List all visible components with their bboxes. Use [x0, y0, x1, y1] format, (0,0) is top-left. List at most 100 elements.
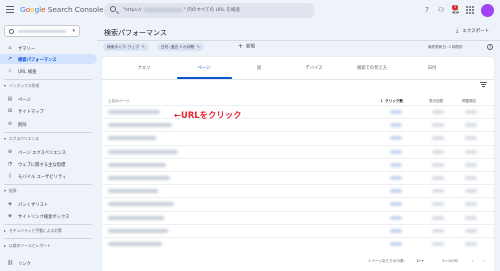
filter-chip-search-type[interactable]: 検索タイプ: ウェブ ✎	[103, 43, 150, 51]
table-row[interactable]	[102, 144, 494, 158]
rows-per-page-select[interactable]: 10 ▾	[416, 259, 424, 263]
tab-devices[interactable]: デバイス	[305, 65, 322, 71]
pagination-range: 1～10/95	[442, 259, 459, 263]
position-value	[465, 202, 477, 207]
column-header-clicks[interactable]: ↓ クリック数	[380, 99, 403, 104]
next-page-icon[interactable]: ›	[483, 259, 484, 263]
property-name	[18, 30, 66, 33]
position-value	[465, 176, 477, 180]
sidebar-item-core-web-vitals[interactable]: ◔ ウェブに関する主な指標	[0, 159, 97, 169]
tab-queries[interactable]: クエリ	[138, 65, 151, 71]
menu-icon[interactable]	[6, 6, 14, 13]
impressions-value	[432, 202, 444, 207]
page-url[interactable]	[108, 189, 158, 194]
position-value	[465, 189, 477, 194]
impressions-value	[432, 189, 444, 194]
page-url[interactable]	[108, 136, 156, 141]
annotation-click-url: ←URLをクリック	[174, 110, 242, 120]
export-button[interactable]: ⤓ エクスポート	[456, 28, 489, 34]
sidebar-item-sitelinks-searchbox[interactable]: ◈ サイトリンク検索ボックス	[0, 211, 97, 221]
divider	[4, 184, 92, 185]
phone-icon: ▯	[8, 173, 12, 179]
table-row[interactable]	[102, 184, 494, 197]
page-url[interactable]	[108, 149, 178, 154]
sidebar-item-search-performance[interactable]: ↗ 検索パフォーマンス	[0, 54, 97, 64]
table-row[interactable]	[102, 237, 494, 250]
table-row[interactable]	[102, 157, 494, 171]
table-row[interactable]	[102, 131, 494, 144]
add-filter-button[interactable]: + 新規	[238, 43, 255, 52]
top-bar: Google Search Console "https://" 内のすべての …	[0, 0, 500, 22]
section-indexing[interactable]: ▾ インデックス作成	[4, 83, 39, 89]
tab-dates[interactable]: 日付	[428, 65, 437, 71]
clicks-value	[390, 202, 402, 207]
sidebar: ▾ ⌂ サマリー ↗ 検索パフォーマンス ⌕ URL 検査 ▾ インデックス作成 …	[0, 22, 97, 271]
notification-badge: 3	[452, 5, 458, 10]
clicks-value	[390, 189, 402, 194]
clicks-value	[390, 242, 402, 246]
page-icon: ▤	[7, 96, 13, 102]
tab-search-appearance[interactable]: 検索での見え方	[357, 65, 387, 71]
section-security[interactable]: ▸ セキュリティと手動による対策	[4, 228, 62, 234]
plus-icon: ⊕	[7, 149, 13, 155]
page-url[interactable]	[108, 228, 168, 233]
page-url[interactable]	[108, 110, 160, 114]
page-url[interactable]	[108, 202, 174, 207]
sidebar-item-pages[interactable]: ▤ ページ	[0, 94, 97, 104]
sidebar-item-breadcrumbs[interactable]: ◈ パンくずリスト	[0, 199, 97, 209]
avatar[interactable]	[481, 4, 494, 17]
sidebar-item-links[interactable]: ⛓︎ リンク	[0, 258, 97, 268]
search-icon: ⌕	[8, 68, 12, 74]
table-row[interactable]	[102, 171, 494, 184]
apps-icon[interactable]	[466, 6, 474, 14]
app-logo[interactable]: Google Search Console	[20, 5, 104, 14]
tab-countries[interactable]: 国	[257, 65, 261, 71]
page-url[interactable]	[108, 162, 166, 167]
filter-rows-icon[interactable]	[480, 82, 487, 88]
download-icon: ⤓	[456, 28, 459, 34]
sidebar-item-sitemaps[interactable]: ⊞ サイトマップ	[0, 106, 97, 116]
page-url[interactable]	[108, 176, 170, 180]
impressions-value	[432, 215, 444, 220]
column-header-impressions[interactable]: 表示回数	[429, 99, 443, 104]
clicks-value	[390, 176, 402, 180]
table-row[interactable]	[102, 105, 494, 118]
position-value	[465, 123, 477, 128]
edit-icon: ✎	[141, 45, 146, 49]
divider	[4, 79, 92, 80]
table-row[interactable]	[102, 210, 494, 224]
globe-icon	[9, 29, 14, 34]
table-row[interactable]	[102, 197, 494, 210]
page-url[interactable]	[108, 123, 172, 128]
sidebar-item-mobile-usability[interactable]: ▯ モバイル ユーザビリティ	[0, 171, 97, 181]
page-url[interactable]	[108, 242, 162, 246]
help-icon[interactable]: ?	[423, 6, 431, 14]
prev-page-icon[interactable]: ‹	[472, 259, 473, 263]
sidebar-item-removals[interactable]: ⊘ 削除	[0, 119, 97, 129]
divider	[4, 224, 92, 225]
section-enhancements[interactable]: ▾ 拡張	[4, 188, 17, 194]
sidebar-item-page-experience[interactable]: ⊕ ページ エクスペリエンス	[0, 147, 97, 157]
people-icon[interactable]: ⚇	[437, 6, 445, 14]
table-row[interactable]	[102, 223, 494, 237]
logo-product: Search Console	[47, 5, 104, 14]
link-icon: ⛓︎	[7, 260, 14, 266]
tab-pages[interactable]: ページ	[198, 65, 211, 71]
trending-icon: ↗	[7, 56, 13, 62]
column-header-position[interactable]: 掲載順位	[462, 99, 476, 104]
header-divider	[97, 40, 500, 41]
url-inspect-search-bar[interactable]: "https://" 内のすべての URL を検査	[104, 3, 315, 18]
layers-icon: ◈	[8, 201, 12, 207]
section-experience[interactable]: ▾ エクスペリエンス	[4, 136, 39, 142]
help-icon[interactable]: ?	[487, 44, 493, 50]
table-row[interactable]	[102, 118, 494, 131]
sidebar-item-summary[interactable]: ⌂ サマリー	[0, 43, 97, 53]
last-updated-text: 最終更新日: 3 時間前	[428, 45, 463, 49]
filter-chip-date[interactable]: 日付: 過去 3 か月間 ✎	[157, 43, 205, 51]
property-selector[interactable]: ▾	[4, 25, 80, 37]
search-icon	[110, 6, 116, 12]
sidebar-item-url-inspection[interactable]: ⌕ URL 検査	[0, 66, 97, 76]
section-legacy-tools[interactable]: ▸ 以前のツールとレポート	[4, 243, 51, 249]
page-url[interactable]	[108, 215, 164, 220]
layers-icon: ◈	[8, 213, 12, 219]
